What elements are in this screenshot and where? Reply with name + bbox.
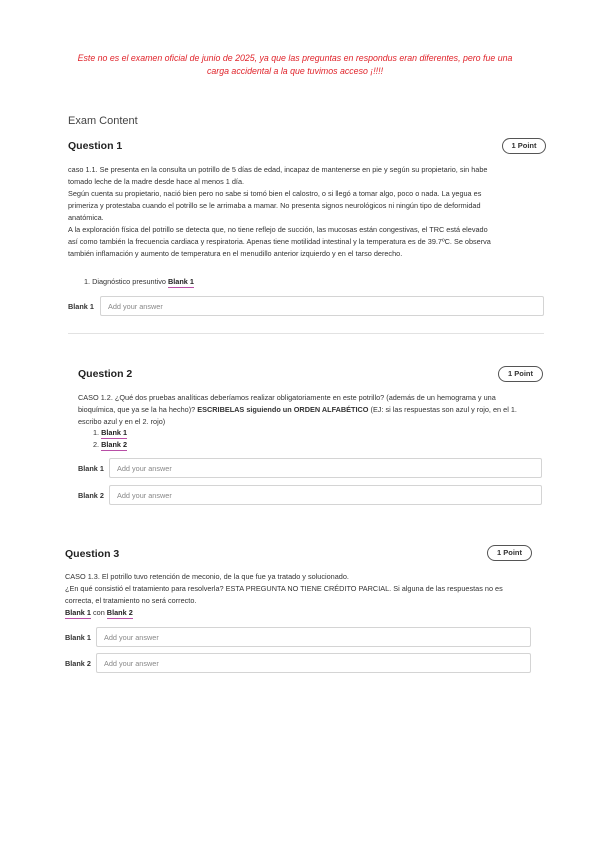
question-2-text-line: CASO 1.2. ¿Qué dos pruebas analíticas de… (78, 393, 496, 402)
question-1-text: caso 1.1. Se presenta en la consulta un … (68, 164, 491, 260)
question-1-text-line: caso 1.1. Se presenta en la consulta un … (68, 165, 488, 174)
item-number: 1. (93, 428, 100, 437)
notice-text: Este no es el examen oficial de junio de… (77, 53, 513, 76)
blank-1-label: Blank 1 (78, 464, 104, 473)
question-3-title: Question 3 (65, 548, 120, 560)
connector-text: con (90, 608, 107, 617)
blank-1-reference[interactable]: Blank 1 (65, 608, 91, 619)
question-1-item-text: 1. Diagnóstico presuntivo (84, 277, 168, 286)
question-3-points-badge: 1 Point (487, 545, 532, 561)
question-2-text-fragment: (EJ: si las respuestas son azul y rojo, … (368, 405, 517, 414)
blank-2-answer-input[interactable]: Add your answer (109, 485, 542, 505)
question-3-text-line: ¿En qué consistió el tratamiento para re… (65, 584, 503, 593)
question-2-blank-1-row: Blank 1 Add your answer (78, 458, 542, 480)
question-2-points-badge: 1 Point (498, 366, 543, 382)
question-2-text-fragment: bioquímica, que ya se la ha hecho)? (78, 405, 198, 414)
blank-1-label: Blank 1 (65, 633, 91, 642)
question-3-text-line: correcta, el tratamiento no será correct… (65, 596, 197, 605)
exam-content-heading: Exam Content (68, 115, 138, 127)
question-1-text-line: tomado leche de la madre desde hace al m… (68, 177, 245, 186)
question-1-points-badge: 1 Point (502, 138, 546, 154)
item-number: 2. (93, 440, 100, 449)
blank-1-answer-input[interactable]: Add your answer (96, 627, 531, 647)
blank-2-reference[interactable]: Blank 2 (101, 440, 128, 451)
question-3-blank-2-row: Blank 2 Add your answer (65, 653, 531, 675)
question-3-text: CASO 1.3. El potrillo tuvo retención de … (65, 571, 503, 619)
question-2-text: CASO 1.2. ¿Qué dos pruebas analíticas de… (78, 392, 517, 428)
question-2-items: 1. Blank 1 2. Blank 2 (93, 427, 128, 451)
blank-1-answer-input[interactable]: Add your answer (109, 458, 542, 478)
question-1-text-line: primeriza y protestaba cuando el potrill… (68, 201, 481, 210)
question-3-blank-refs: Blank 1 con Blank 2 (65, 607, 503, 619)
question-1-title: Question 1 (68, 140, 123, 152)
question-3-text-line: CASO 1.3. El potrillo tuvo retención de … (65, 572, 349, 581)
blank-2-label: Blank 2 (78, 491, 104, 500)
question-1-text-line: A la exploración física del potrillo se … (68, 225, 488, 234)
question-2-text-line: escribo azul y en el 2. rojo) (78, 417, 166, 426)
question-2-title: Question 2 (78, 368, 133, 380)
blank-1-reference[interactable]: Blank 1 (167, 277, 194, 288)
question-2-blank-2-row: Blank 2 Add your answer (78, 485, 542, 507)
question-1-text-line: anatómica. (68, 213, 104, 222)
question-1-item: 1. Diagnóstico presuntivo Blank 1 (84, 276, 194, 288)
question-2-text-line: bioquímica, que ya se la ha hecho)? ESCR… (78, 404, 517, 416)
question-1-text-line: Según cuenta su propietario, nació bien … (68, 189, 482, 198)
question-2-instruction-bold: ESCRIBELAS siguiendo un ORDEN ALFABÉTICO (197, 405, 369, 414)
question-1-blank-1-row: Blank 1 Add your answer (68, 296, 544, 318)
question-1-text-line: así como también la frecuencia cardiaca … (68, 237, 491, 246)
blank-2-reference[interactable]: Blank 2 (106, 608, 133, 619)
question-1-text-line: también inflamación y aumento de tempera… (68, 249, 403, 258)
blank-1-label: Blank 1 (68, 302, 94, 311)
blank-1-answer-input[interactable]: Add your answer (100, 296, 544, 316)
question-2-item-2: 2. Blank 2 (93, 439, 128, 451)
question-2-item-1: 1. Blank 1 (93, 427, 128, 439)
blank-2-answer-input[interactable]: Add your answer (96, 653, 531, 673)
blank-1-reference[interactable]: Blank 1 (101, 428, 128, 439)
blank-2-label: Blank 2 (65, 659, 91, 668)
divider (68, 333, 544, 334)
question-3-blank-1-row: Blank 1 Add your answer (65, 627, 531, 649)
